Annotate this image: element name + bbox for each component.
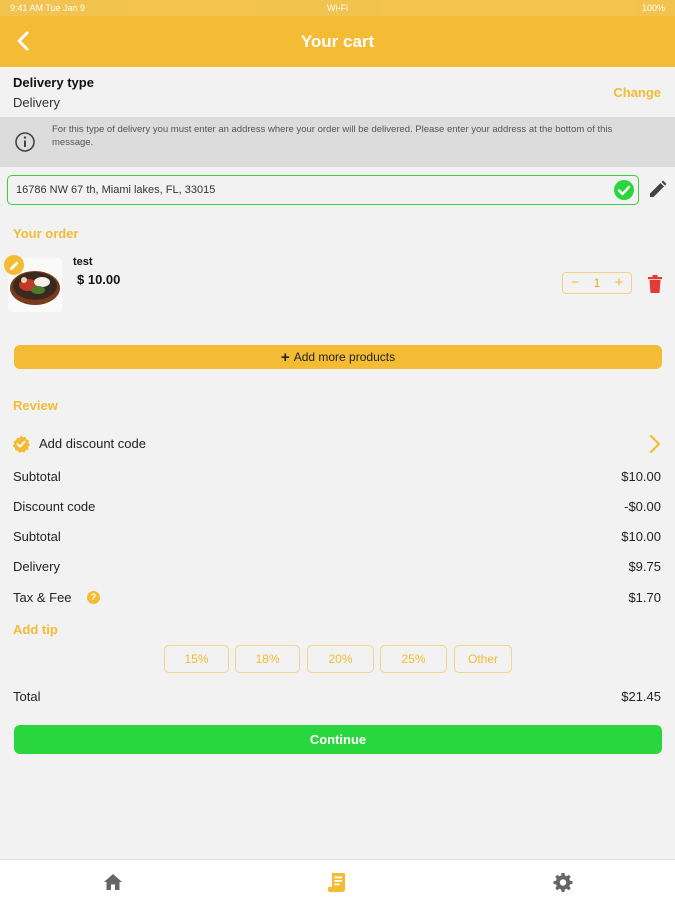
your-order-heading: Your order (13, 226, 79, 241)
add-tip-heading: Add tip (13, 622, 58, 637)
total-label: Total (13, 689, 41, 704)
status-bar: 9:41 AM Tue Jan 9 Wi-Fi 100% (0, 0, 675, 16)
chevron-right-icon[interactable] (647, 434, 663, 454)
tab-bar (0, 859, 675, 900)
tip-options: 15% 18% 20% 25% Other (0, 645, 675, 673)
summary-label: Delivery (13, 559, 60, 574)
back-button[interactable] (10, 28, 36, 54)
total-row: Total $21.45 (0, 689, 675, 709)
address-field[interactable]: 16786 NW 67 th, Miami lakes, FL, 33015 (7, 175, 639, 205)
discount-badge-icon (12, 435, 30, 453)
item-name: test (73, 256, 93, 268)
total-value: $21.45 (621, 689, 661, 704)
tip-option-15[interactable]: 15% (164, 645, 229, 673)
help-icon[interactable]: ? (87, 591, 100, 604)
summary-value: $10.00 (621, 529, 661, 544)
item-price: $ 10.00 (77, 272, 121, 287)
status-battery: 100% (641, 3, 665, 13)
discount-row[interactable]: Add discount code (0, 433, 675, 455)
info-icon (15, 132, 35, 152)
page-title: Your cart (300, 31, 375, 51)
receipt-icon (328, 873, 345, 892)
status-network: Wi-Fi (326, 3, 348, 13)
subtotal-row: Subtotal $10.00 (0, 469, 675, 489)
plus-icon: + (280, 348, 290, 366)
increase-quantity-button[interactable]: + (611, 273, 627, 293)
gear-icon (553, 873, 573, 892)
delivery-type-section: Delivery type Delivery Change (0, 72, 675, 116)
check-circle-icon (614, 180, 634, 200)
header: Your cart (0, 16, 675, 67)
decrease-quantity-button[interactable]: − (567, 273, 583, 293)
trash-icon[interactable] (646, 274, 664, 294)
address-row: 16786 NW 67 th, Miami lakes, FL, 33015 (0, 174, 675, 206)
continue-button[interactable]: Continue (14, 725, 662, 754)
pencil-icon[interactable] (646, 179, 668, 201)
tip-section-title: Add tip (0, 622, 675, 637)
pencil-icon (9, 261, 18, 270)
quantity-stepper: − 1 + (562, 272, 632, 294)
delivery-fee-row: Delivery $9.75 (0, 559, 675, 579)
discount-code-row: Discount code -$0.00 (0, 499, 675, 519)
review-heading: Review (13, 398, 58, 413)
summary-label: Subtotal (13, 469, 61, 484)
tax-fee-row: Tax & Fee ? $1.70 (0, 590, 675, 610)
delivery-type-value: Delivery (13, 95, 60, 110)
quantity-value: 1 (593, 276, 601, 290)
tab-settings[interactable] (551, 870, 575, 894)
order-section-title: Your order (0, 226, 675, 241)
edit-item-button[interactable] (4, 255, 24, 275)
summary-value: $9.75 (628, 559, 661, 574)
tab-home[interactable] (101, 870, 125, 894)
add-discount-code-label[interactable]: Add discount code (39, 436, 146, 451)
change-delivery-button[interactable]: Change (613, 85, 661, 100)
chevron-left-icon (17, 31, 29, 51)
tab-orders[interactable] (326, 870, 350, 894)
notice-text: For this type of delivery you must enter… (52, 124, 613, 148)
tip-option-18[interactable]: 18% (235, 645, 300, 673)
add-more-products-label: Add more products (293, 350, 396, 364)
tip-option-25[interactable]: 25% (380, 645, 447, 673)
summary-label: Discount code (13, 499, 96, 514)
subtotal-after-discount-row: Subtotal $10.00 (0, 529, 675, 549)
summary-value: $1.70 (628, 590, 661, 605)
review-section-title: Review (0, 398, 675, 413)
summary-label: Subtotal (13, 529, 61, 544)
delivery-type-label: Delivery type (13, 75, 94, 90)
tip-option-other[interactable]: Other (454, 645, 512, 673)
tip-option-20[interactable]: 20% (307, 645, 374, 673)
add-more-products-button[interactable]: + Add more products (14, 345, 662, 369)
summary-label: Tax & Fee (13, 590, 72, 605)
summary-value: $10.00 (621, 469, 661, 484)
address-notice: For this type of delivery you must enter… (0, 117, 675, 167)
status-time: 9:41 AM Tue Jan 9 (10, 3, 86, 13)
summary-value: -$0.00 (624, 499, 661, 514)
home-icon (104, 874, 122, 890)
cart-item: test $ 10.00 − 1 + (0, 252, 675, 312)
